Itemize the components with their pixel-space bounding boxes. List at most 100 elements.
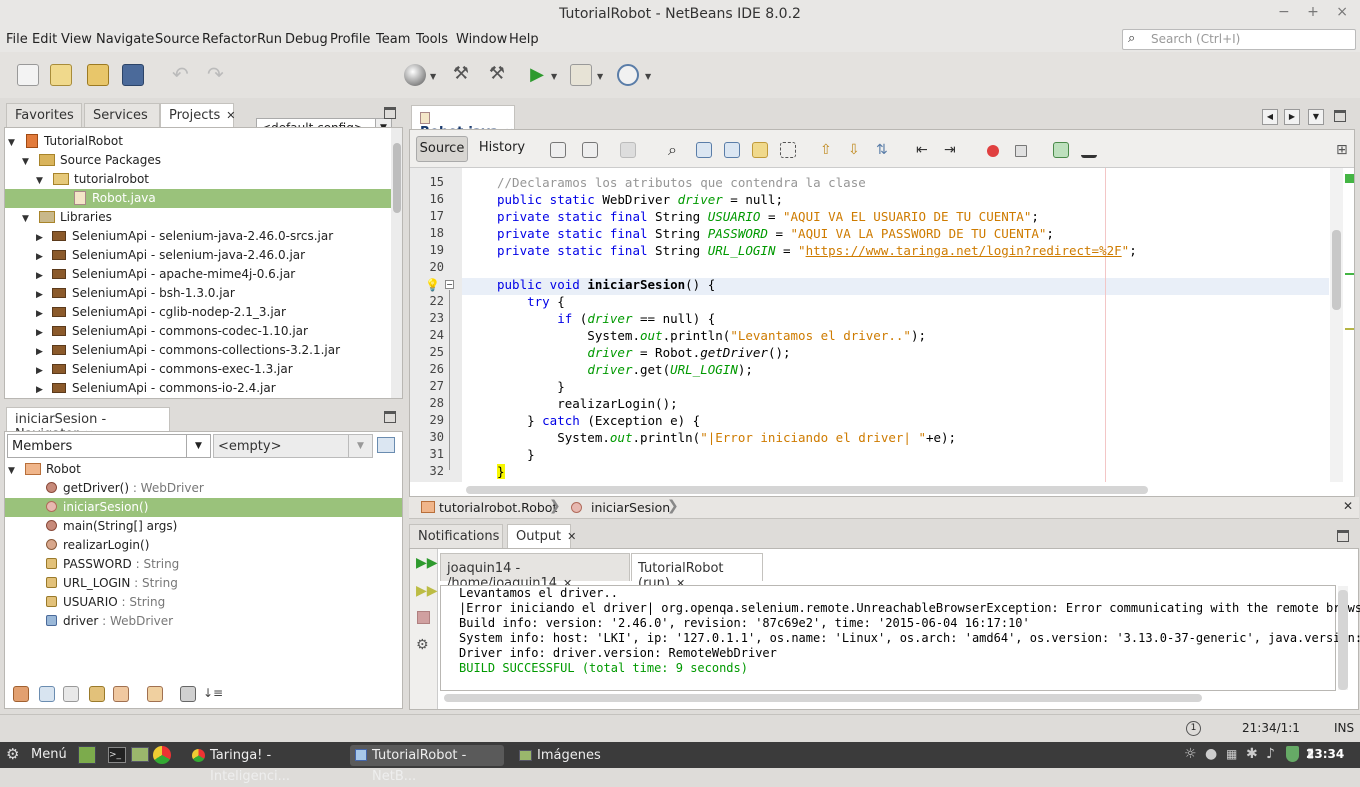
files-icon[interactable] — [131, 747, 149, 762]
tree-item-jar[interactable]: ▶ SeleniumApi - apache-mime4j-0.6.jar — [36, 265, 295, 284]
filter-icon[interactable] — [63, 686, 79, 702]
minimize-panel-icon[interactable] — [1334, 110, 1346, 122]
browser-icon[interactable] — [404, 64, 426, 86]
tree-item-jar[interactable]: ▶ SeleniumApi - selenium-java-2.46.0.jar — [36, 246, 305, 265]
undo-icon[interactable]: ↶ — [172, 64, 194, 86]
sort-icon[interactable] — [377, 437, 395, 453]
uncomment-icon[interactable] — [1081, 142, 1097, 158]
minimize-button[interactable]: − — [1278, 4, 1290, 24]
chevron-down-icon[interactable]: ▼ — [8, 134, 20, 153]
close-icon[interactable]: ✕ — [1343, 499, 1353, 513]
chrome-icon[interactable] — [153, 746, 171, 764]
tree-item-package[interactable]: ▼ tutorialrobot — [36, 170, 149, 189]
rerun-icon[interactable]: ▶▶ — [416, 555, 438, 571]
last-edit-icon[interactable] — [550, 142, 566, 158]
search-input[interactable]: ⌕ Search (Ctrl+I) — [1122, 29, 1356, 50]
minimize-panel-icon[interactable] — [384, 107, 396, 119]
forward-icon[interactable] — [620, 142, 636, 158]
nav-member[interactable]: driver : WebDriver — [40, 612, 173, 631]
find-icon[interactable]: ⌕ — [668, 142, 684, 158]
profile-icon[interactable] — [617, 64, 639, 86]
new-project-icon[interactable] — [50, 64, 72, 86]
terminal-icon[interactable]: >_ — [108, 747, 126, 763]
stop-macro-recording-icon[interactable] — [1015, 145, 1027, 157]
gear-icon[interactable]: ⚙ — [6, 745, 19, 763]
toggle-bookmark-icon[interactable]: ⇅ — [876, 142, 892, 158]
show-opened-documents-icon[interactable]: ▼ — [1308, 109, 1324, 125]
menu-help[interactable]: Help — [509, 32, 539, 47]
tab-tutorialrobot-run[interactable]: TutorialRobot (run) ✕ — [631, 553, 763, 591]
maximize-window-icon[interactable]: ⊞ — [1336, 142, 1348, 158]
chevron-down-icon[interactable]: ▼ — [597, 72, 603, 81]
nav-member-selected[interactable]: iniciarSesion() — [5, 498, 402, 517]
save-all-icon[interactable] — [122, 64, 144, 86]
chevron-down-icon[interactable]: ▼ — [22, 210, 34, 229]
nav-member[interactable]: PASSWORD : String — [40, 555, 179, 574]
debug-icon[interactable] — [570, 64, 592, 86]
show-desktop-icon[interactable] — [78, 746, 96, 764]
scrollbar-thumb[interactable] — [393, 143, 401, 213]
nav-member[interactable]: getDriver() : WebDriver — [40, 479, 204, 498]
source-button[interactable]: Source — [416, 136, 468, 162]
start-menu-button[interactable]: Menú — [31, 747, 67, 762]
comment-icon[interactable] — [1053, 142, 1069, 158]
output-scrollbar-thumb[interactable] — [1338, 590, 1348, 690]
build-hammer-icon[interactable]: ⚒ — [450, 64, 472, 86]
menu-debug[interactable]: Debug — [285, 32, 328, 47]
close-button[interactable]: × — [1336, 4, 1348, 24]
tab-navigator[interactable]: iniciarSesion - Navigator✕ — [6, 407, 170, 442]
menu-window[interactable]: Window — [456, 32, 507, 47]
code-url-link[interactable]: https://www.taringa.net/login?redirect=%… — [806, 243, 1122, 258]
clean-build-icon[interactable]: ⚒ — [486, 64, 508, 86]
filter-icon[interactable] — [147, 686, 163, 702]
chevron-down-icon[interactable]: ▼ — [645, 72, 651, 81]
filter-icon[interactable] — [13, 686, 29, 702]
menu-profile[interactable]: Profile — [330, 32, 370, 47]
filter-icon[interactable] — [113, 686, 129, 702]
new-file-icon[interactable] — [17, 64, 39, 86]
task-taringa[interactable]: Taringa! - Inteligenci... — [188, 745, 338, 784]
tab-joaquin14[interactable]: joaquin14 - /home/joaquin14 ✕ — [440, 553, 630, 591]
sort-icon[interactable] — [180, 686, 196, 702]
nav-member[interactable]: main(String[] args) — [40, 517, 177, 536]
menu-edit[interactable]: Edit — [32, 32, 57, 47]
filter-icon[interactable] — [89, 686, 105, 702]
nav-member[interactable]: URL_LOGIN : String — [40, 574, 178, 593]
menu-tools[interactable]: Tools — [416, 32, 448, 47]
back-icon[interactable] — [582, 142, 598, 158]
user-icon[interactable]: ● — [1205, 746, 1217, 762]
notifications-icon[interactable]: 1 — [1186, 721, 1201, 736]
lightbulb-hint-icon[interactable]: 💡 — [425, 278, 440, 292]
tree-item-jar[interactable]: ▶ SeleniumApi - cglib-nodep-2.1_3.jar — [36, 303, 286, 322]
tree-item-robot-java[interactable]: Robot.java — [5, 189, 391, 208]
editor-horizontal-scrollbar[interactable] — [466, 486, 1148, 494]
chevron-down-icon[interactable]: ▼ — [8, 462, 20, 481]
tree-item-jar[interactable]: ▶ SeleniumApi - commons-collections-3.2.1… — [36, 341, 340, 360]
chevron-down-icon[interactable]: ▼ — [22, 153, 34, 172]
sort-name-icon[interactable]: ↓≡ — [203, 686, 223, 702]
history-button[interactable]: History — [476, 136, 528, 162]
redo-icon[interactable]: ↷ — [207, 64, 229, 86]
tree-item-project[interactable]: ▼ TutorialRobot — [8, 132, 123, 151]
fold-toggle-icon[interactable]: − — [445, 280, 454, 289]
tab-projects[interactable]: Projects ✕ — [160, 103, 235, 127]
find-previous-icon[interactable] — [696, 142, 712, 158]
rerun-with-params-icon[interactable]: ▶▶ — [416, 583, 438, 599]
brightness-icon[interactable]: ☼ — [1184, 746, 1197, 762]
open-project-icon[interactable] — [87, 64, 109, 86]
filter-icon[interactable] — [39, 686, 55, 702]
toggle-rectangular-selection-icon[interactable] — [780, 142, 796, 158]
breadcrumb-class[interactable]: tutorialrobot.Robot — [439, 500, 557, 515]
tab-services[interactable]: Services — [84, 103, 160, 127]
find-next-icon[interactable] — [724, 142, 740, 158]
task-netbeans[interactable]: TutorialRobot - NetB... — [350, 745, 504, 784]
tab-notifications[interactable]: Notifications — [409, 524, 503, 548]
members-select[interactable]: Members ▼ — [7, 434, 211, 458]
projects-scrollbar[interactable] — [391, 128, 402, 398]
tree-item-libraries[interactable]: ▼ Libraries — [22, 208, 112, 227]
settings-icon[interactable]: ⚙ — [416, 637, 429, 653]
network-icon[interactable]: ▦ — [1226, 747, 1237, 761]
close-icon[interactable]: ✕ — [226, 109, 235, 122]
minimize-panel-icon[interactable] — [1337, 530, 1349, 542]
tree-item-jar[interactable]: ▶ SeleniumApi - commons-exec-1.3.jar — [36, 360, 293, 379]
